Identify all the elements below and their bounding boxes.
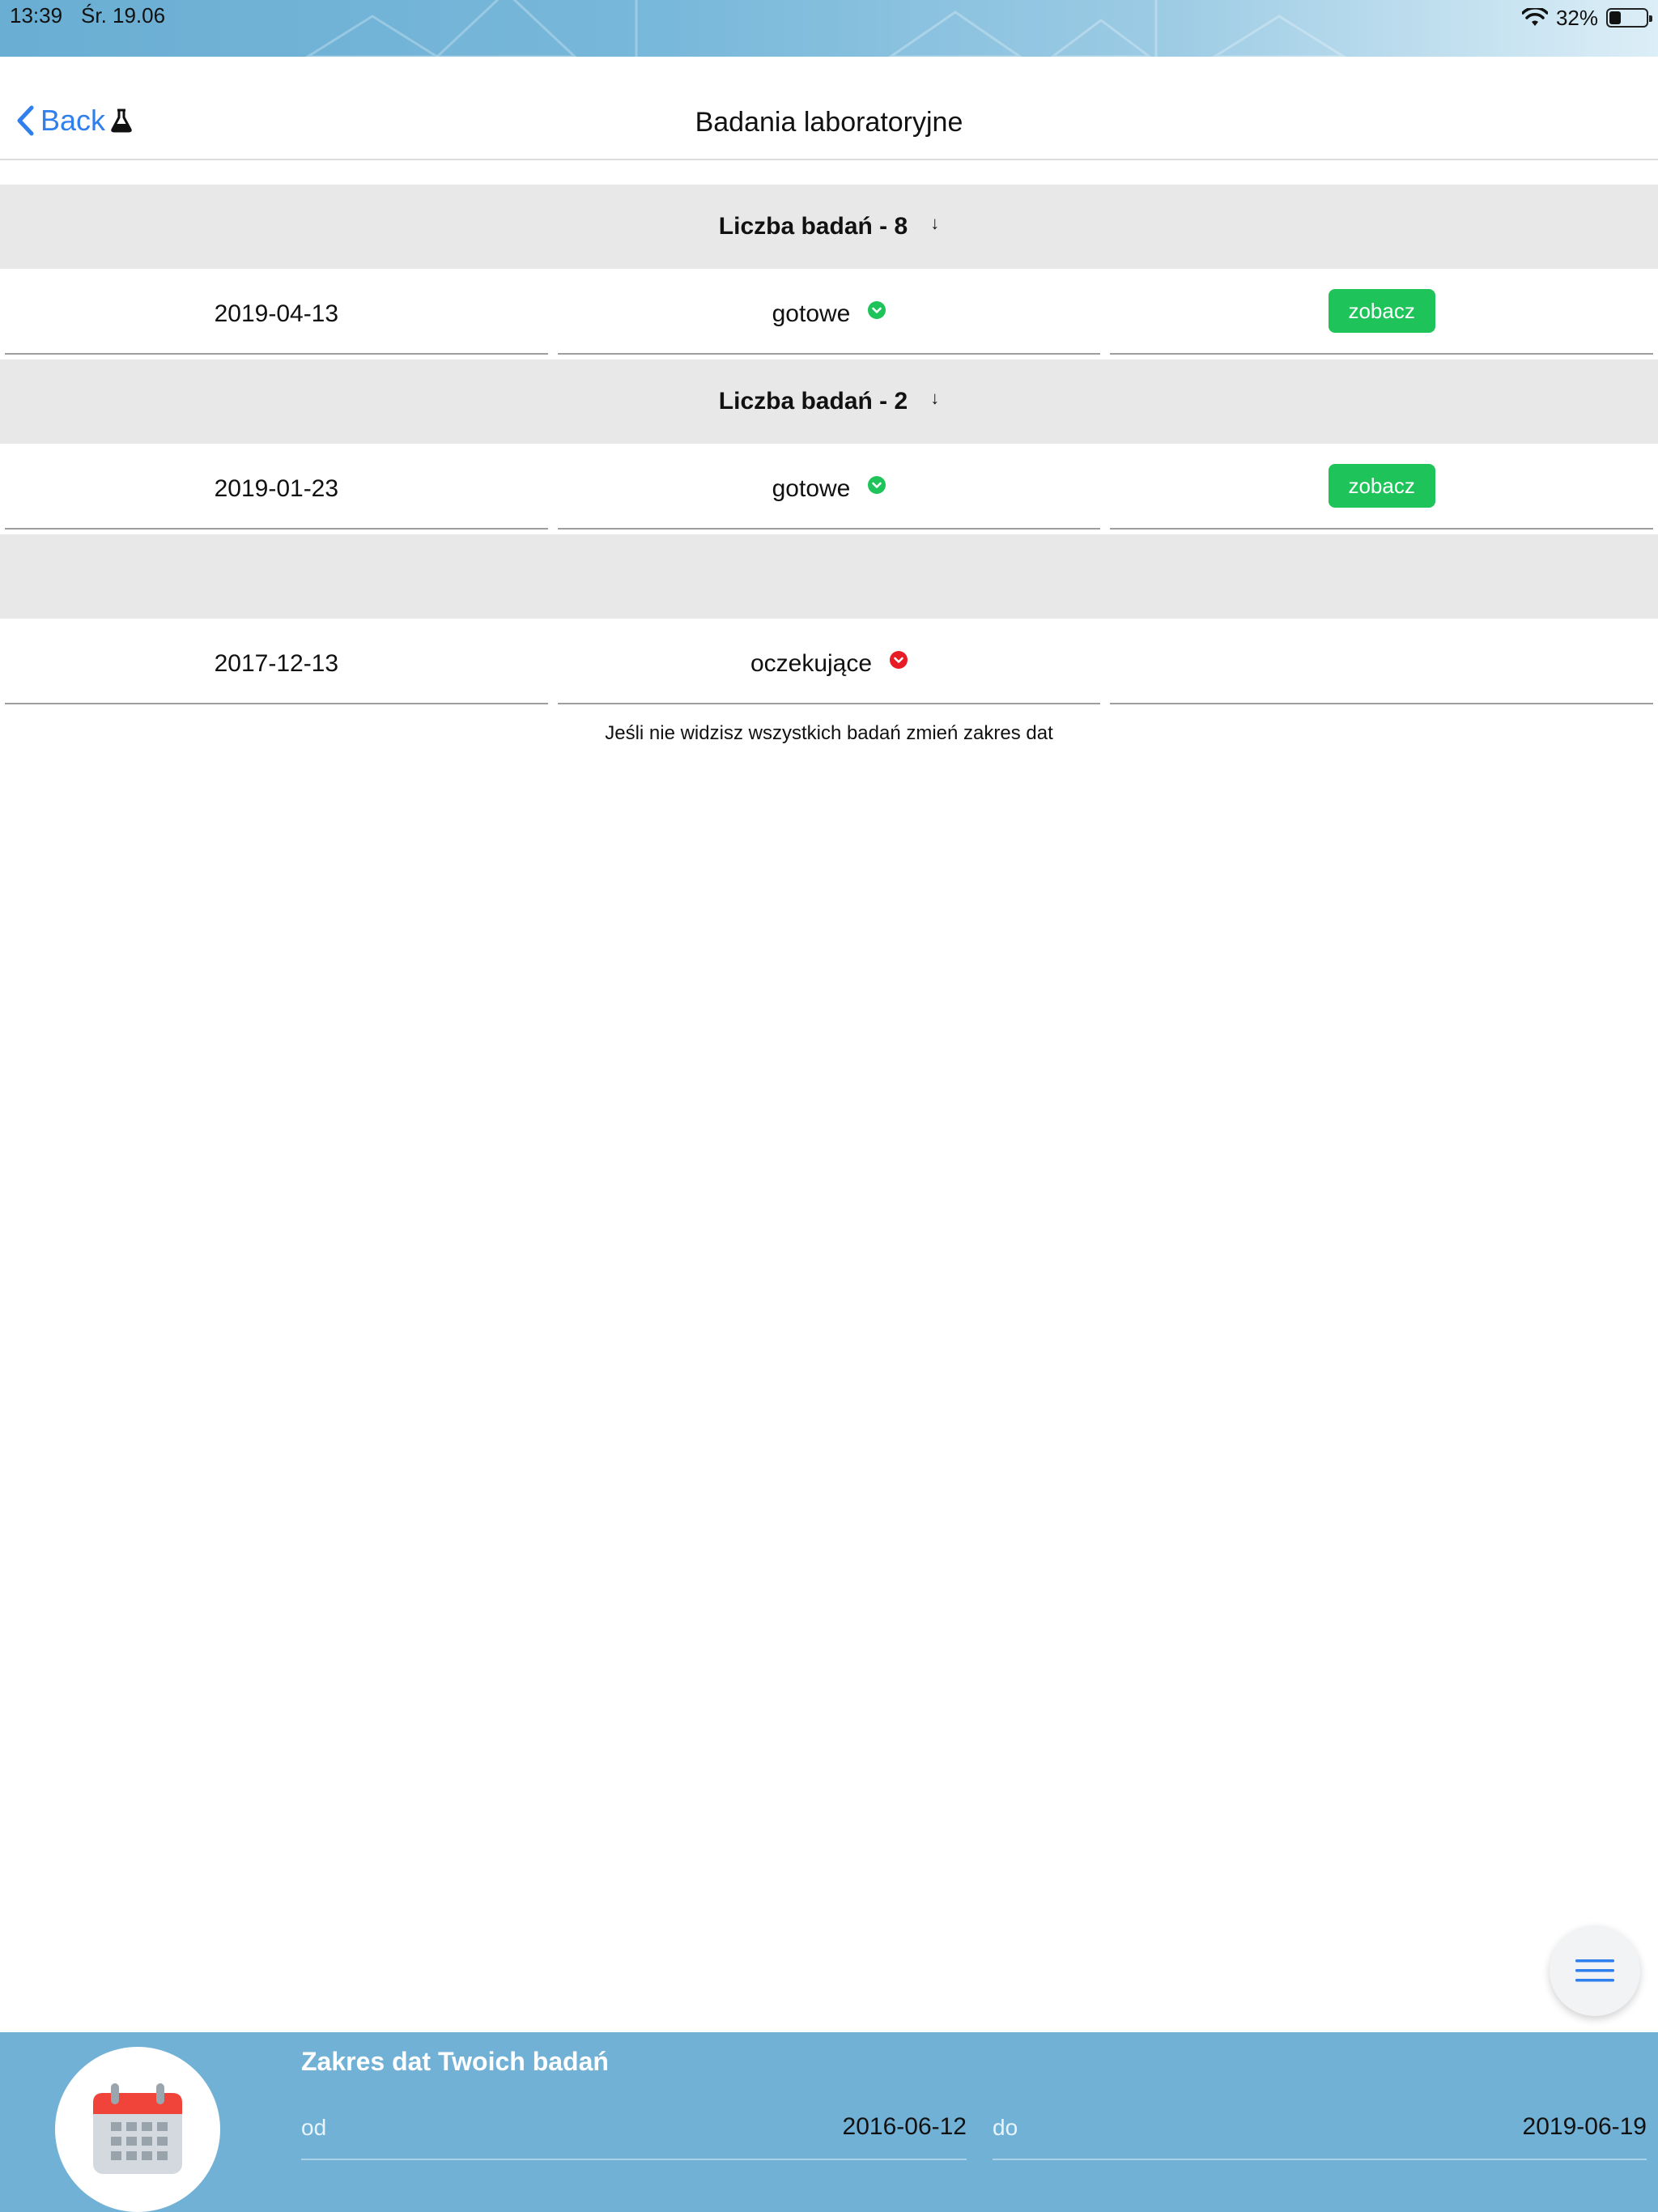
status-date: Śr. 19.06 [81,3,166,28]
result-date: 2019-01-23 [214,475,339,502]
action-cell [1105,619,1658,709]
results-group: 2017-12-13 oczekujące [0,534,1658,709]
results-group: Liczba badań - 2 ↓ 2019-01-23 gotowe zob… [0,359,1658,534]
action-cell: zobacz [1105,269,1658,359]
date-to-field[interactable]: do 2019-06-19 [993,2110,1647,2160]
view-result-button[interactable]: zobacz [1328,289,1435,333]
calendar-button[interactable] [55,2047,220,2212]
date-range-panel: Zakres dat Twoich badań od 2016-06-12 do… [0,2032,1658,2212]
date-from-field[interactable]: od 2016-06-12 [301,2110,967,2160]
date-range-title: Zakres dat Twoich badań [301,2047,609,2076]
table-row: 2017-12-13 oczekujące [0,619,1658,709]
result-date: 2019-04-13 [214,300,339,327]
group-header-label: Liczba badań - 8 [718,213,908,240]
hamburger-menu-icon [1575,1959,1614,1982]
chevron-down-circle-icon [890,651,908,669]
sort-arrow-icon: ↓ [930,213,940,233]
group-header[interactable]: Liczba badań - 2 ↓ [0,359,1658,444]
group-header[interactable] [0,534,1658,619]
date-range-note: Jeśli nie widzisz wszystkich badań zmień… [605,722,1053,744]
table-row: 2019-04-13 gotowe zobacz [0,269,1658,359]
status-cell: oczekujące [553,619,1106,709]
status-bar-pattern [305,0,1346,57]
date-to-label: do [993,2115,1018,2140]
status-indicators: 32% [1521,3,1652,32]
action-cell: zobacz [1105,444,1658,534]
date-from-value: 2016-06-12 [842,2113,967,2140]
status-bar: 13:39 Śr. 19.06 32% [0,0,1658,57]
date-to-value: 2019-06-19 [1522,2113,1647,2140]
battery-percent: 32% [1555,5,1598,30]
status-cell: gotowe [553,444,1106,534]
sort-arrow-icon: ↓ [930,388,940,408]
wifi-icon [1521,8,1548,26]
battery-icon [1606,8,1652,28]
date-from-label: od [301,2115,327,2140]
result-status: gotowe [772,475,851,502]
view-result-button[interactable]: zobacz [1328,464,1435,508]
page-title: Badania laboratoryjne [695,107,963,138]
check-circle-icon [868,476,886,494]
result-status: oczekujące [750,650,873,677]
battery-level [1609,11,1622,24]
results-group: Liczba badań - 8 ↓ 2019-04-13 gotowe zob… [0,185,1658,359]
date-cell: 2017-12-13 [0,619,553,709]
nav-bar: Back Badania laboratoryjne [0,57,1658,160]
group-header[interactable]: Liczba badań - 8 ↓ [0,185,1658,269]
result-status: gotowe [772,300,851,327]
status-time: 13:39 [10,3,63,28]
menu-button[interactable] [1550,1925,1640,2016]
results-table: Liczba badań - 8 ↓ 2019-04-13 gotowe zob… [0,185,1658,745]
check-circle-icon [868,301,886,319]
group-header-label: Liczba badań - 2 [718,388,908,415]
result-date: 2017-12-13 [214,650,339,677]
date-cell: 2019-04-13 [0,269,553,359]
table-row: 2019-01-23 gotowe zobacz [0,444,1658,534]
calendar-icon [93,2083,182,2174]
status-cell: gotowe [553,269,1106,359]
date-cell: 2019-01-23 [0,444,553,534]
